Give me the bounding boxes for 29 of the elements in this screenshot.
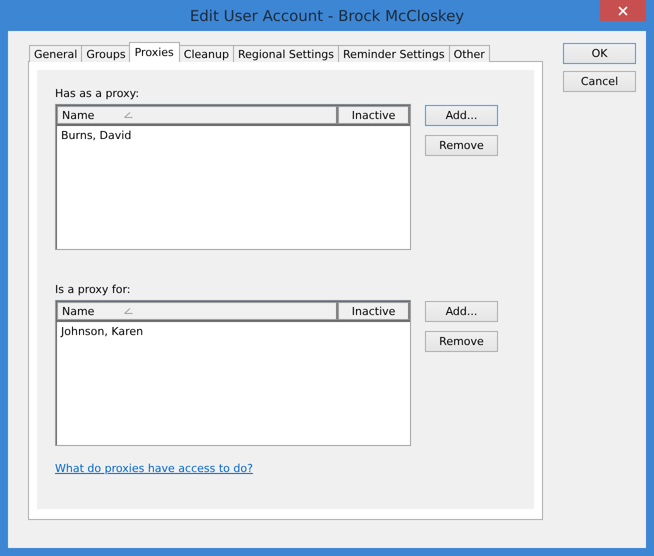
tab[interactable]: General	[29, 45, 82, 62]
remove-button[interactable]: Remove	[425, 331, 498, 352]
window-title: Edit User Account - Brock McCloskey	[190, 6, 464, 24]
tab[interactable]: Cleanup	[178, 45, 234, 62]
column-header[interactable]: Name	[57, 302, 338, 320]
add-button[interactable]: Add...	[425, 105, 498, 126]
tab[interactable]: Groups	[81, 45, 131, 62]
close-icon	[618, 6, 628, 16]
section-label: Is a proxy for:	[55, 283, 132, 296]
tab[interactable]: Reminder Settings	[338, 45, 450, 62]
column-header[interactable]: Inactive	[338, 302, 410, 320]
cancel-button[interactable]: Cancel	[563, 71, 636, 92]
tab[interactable]: Proxies	[128, 42, 180, 62]
sort-icon	[124, 112, 134, 118]
list-item[interactable]: Burns, David	[61, 129, 132, 142]
column-header[interactable]: Inactive	[338, 106, 410, 124]
add-button[interactable]: Add...	[425, 301, 498, 322]
column-header[interactable]: Name	[57, 106, 338, 124]
close-button[interactable]	[600, 0, 646, 21]
list-item[interactable]: Johnson, Karen	[61, 325, 144, 338]
remove-button[interactable]: Remove	[425, 135, 498, 156]
proxy-list[interactable]: Name Inactive Johnson, Karen	[55, 300, 411, 446]
proxy-list[interactable]: Name Inactive Burns, David	[55, 104, 411, 250]
help-link[interactable]: What do proxies have access to do?	[55, 462, 253, 475]
tab[interactable]: Other	[448, 45, 490, 62]
section-label: Has as a proxy:	[55, 87, 140, 100]
ok-button[interactable]: OK	[563, 43, 636, 64]
sort-icon	[124, 308, 134, 314]
tab[interactable]: Regional Settings	[232, 45, 340, 62]
